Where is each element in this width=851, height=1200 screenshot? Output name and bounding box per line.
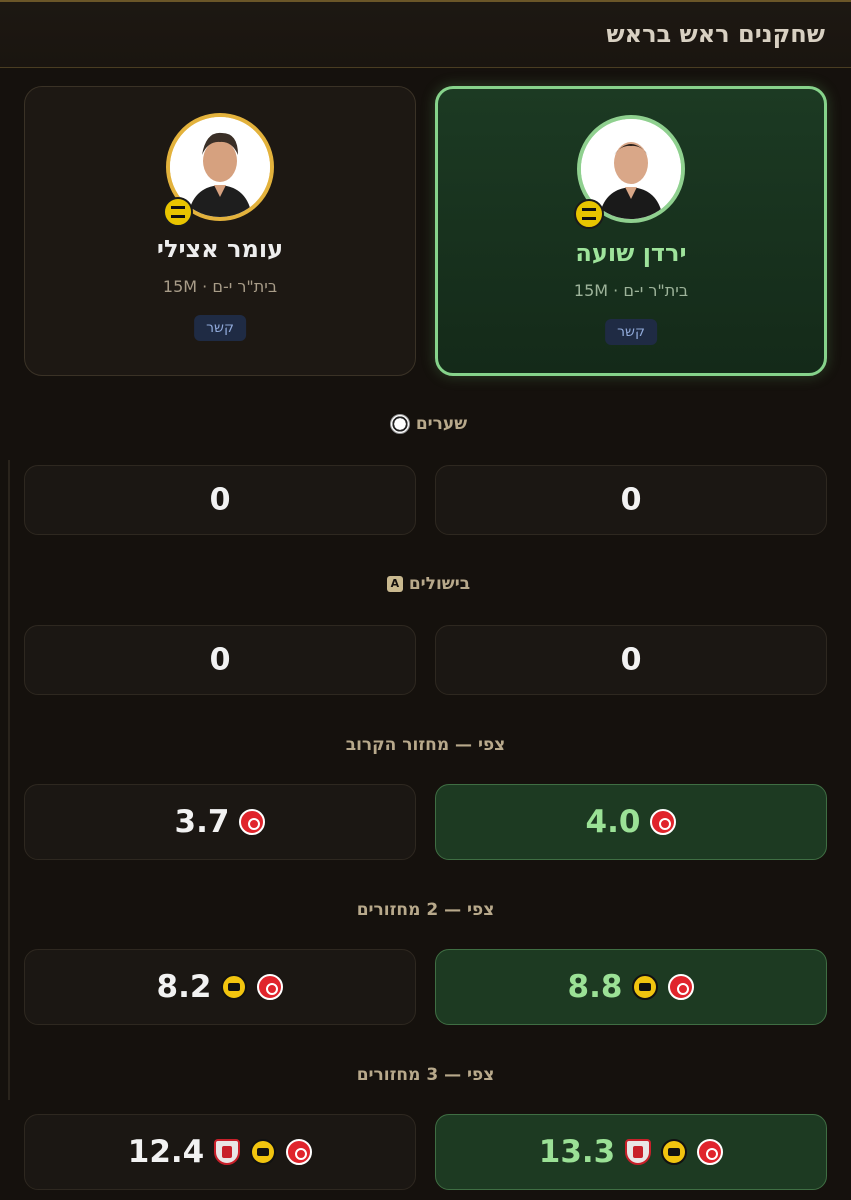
bnei-yehuda-icon <box>625 1139 652 1165</box>
hapoel-tlv-icon <box>257 974 284 1000</box>
forecast-value: 3.7 <box>174 804 230 840</box>
forecast-3-right: 13.3 <box>435 1114 827 1190</box>
page-title: שחקנים ראש בראש <box>606 20 825 48</box>
forecast-next-right: 4.0 <box>435 784 827 860</box>
maccabi-netanya-icon <box>250 1139 277 1165</box>
beitar-logo-icon <box>574 199 604 229</box>
position-badge: קשר <box>605 319 657 345</box>
forecast-value: 8.2 <box>156 969 212 1005</box>
assist-icon: A <box>386 576 403 592</box>
assists-left: 0 <box>24 625 416 695</box>
goals-right: 0 <box>435 465 827 535</box>
hapoel-tlv-icon <box>239 809 266 835</box>
forecast-2-left: 8.2 <box>24 949 416 1025</box>
hapoel-tlv-icon <box>668 974 695 1000</box>
maccabi-netanya-icon <box>221 974 248 1000</box>
forecast-value: 12.4 <box>127 1134 205 1170</box>
forecast-2-right: 8.8 <box>435 949 827 1025</box>
forecast-value: 13.3 <box>538 1134 616 1170</box>
scroll-track[interactable] <box>8 460 10 1100</box>
player-card-right[interactable]: ירדן שועה בית"ר י-ם · 15M קשר <box>435 86 827 376</box>
assists-right: 0 <box>435 625 827 695</box>
maccabi-netanya-icon <box>632 974 659 1000</box>
forecast-3-label: צפי — 3 מחזורים <box>356 1065 495 1085</box>
goals-left: 0 <box>24 465 416 535</box>
soccer-ball-icon <box>389 414 410 434</box>
player-card-left[interactable]: עומר אצילי בית"ר י-ם · 15M קשר <box>24 86 416 376</box>
player-meta: בית"ר י-ם · 15M <box>573 281 689 300</box>
forecast-next-label: צפי — מחזור הקרוב <box>345 735 506 755</box>
goals-label: שערים <box>0 414 851 434</box>
maccabi-netanya-icon <box>661 1139 688 1165</box>
hapoel-tlv-icon <box>286 1139 313 1165</box>
goals-right-value: 0 <box>620 482 642 518</box>
player-name: ירדן שועה <box>575 239 687 267</box>
assists-left-value: 0 <box>209 642 231 678</box>
player-name: עומר אצילי <box>156 235 284 263</box>
forecast-2-label: צפי — 2 מחזורים <box>356 900 495 920</box>
player-meta: בית"ר י-ם · 15M <box>162 277 278 296</box>
position-badge: קשר <box>194 315 246 341</box>
assists-right-value: 0 <box>620 642 642 678</box>
bnei-yehuda-icon <box>214 1139 241 1165</box>
forecast-value: 4.0 <box>585 804 641 840</box>
header-bar: שחקנים ראש בראש <box>0 0 851 68</box>
beitar-logo-icon <box>163 197 193 227</box>
goals-left-value: 0 <box>209 482 231 518</box>
forecast-value: 8.8 <box>567 969 623 1005</box>
hapoel-tlv-icon <box>697 1139 724 1165</box>
forecast-3-left: 12.4 <box>24 1114 416 1190</box>
goals-label-text: שערים <box>415 414 468 434</box>
hapoel-tlv-icon <box>650 809 677 835</box>
forecast-next-left: 3.7 <box>24 784 416 860</box>
assists-label: בישולים A <box>0 574 851 594</box>
assists-label-text: בישולים <box>408 574 471 594</box>
